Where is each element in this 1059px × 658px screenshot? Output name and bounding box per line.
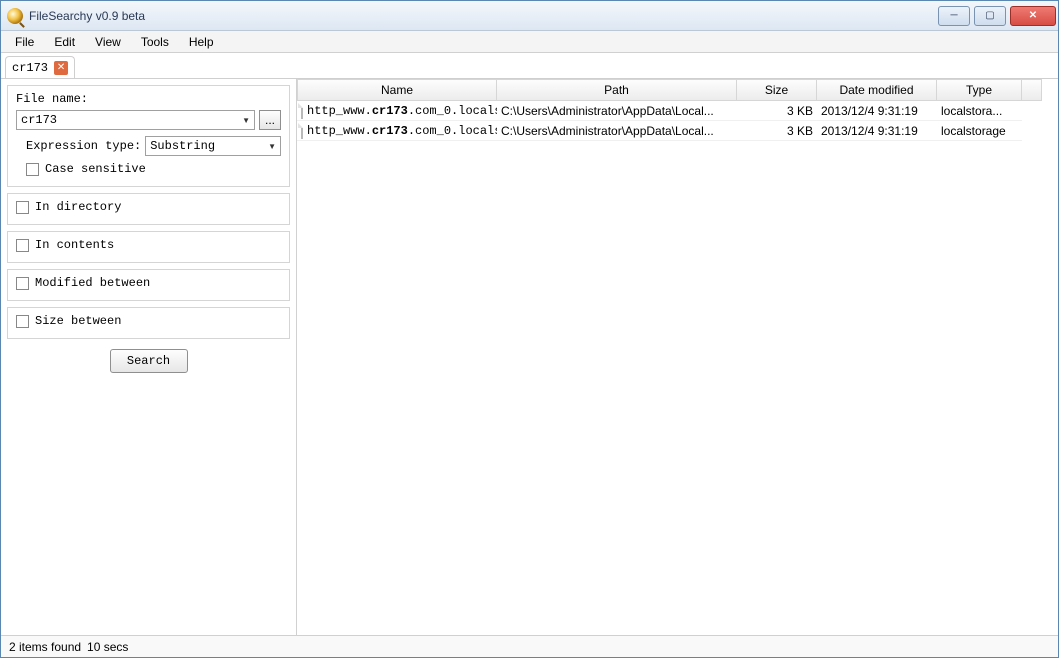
header-type[interactable]: Type bbox=[937, 79, 1022, 101]
case-sensitive-checkbox[interactable] bbox=[26, 163, 39, 176]
menu-help[interactable]: Help bbox=[181, 33, 222, 51]
expr-type-value: Substring bbox=[150, 139, 215, 153]
cell-date: 2013/12/4 9:31:19 bbox=[817, 121, 937, 141]
size-between-label: Size between bbox=[35, 314, 121, 328]
in-contents-checkbox[interactable] bbox=[16, 239, 29, 252]
minimize-button[interactable]: ─ bbox=[938, 6, 970, 26]
cell-path: C:\Users\Administrator\AppData\Local... bbox=[497, 101, 737, 121]
cell-type: localstorage bbox=[937, 121, 1022, 141]
header-pad bbox=[1022, 79, 1042, 101]
browse-button[interactable]: ... bbox=[259, 110, 281, 130]
menu-file[interactable]: File bbox=[7, 33, 42, 51]
cell-type: localstora... bbox=[937, 101, 1022, 121]
close-button[interactable]: ✕ bbox=[1010, 6, 1056, 26]
table-row[interactable]: http_www.cr173.com_0.localst C:\Users\Ad… bbox=[297, 121, 1058, 141]
cell-name: http_www.cr173.com_0.localst bbox=[297, 101, 497, 121]
in-directory-label: In directory bbox=[35, 200, 121, 214]
filename-label: File name: bbox=[16, 92, 281, 106]
menu-tools[interactable]: Tools bbox=[133, 33, 177, 51]
statusbar: 2 items found 10 secs bbox=[1, 635, 1058, 657]
modified-between-label: Modified between bbox=[35, 276, 150, 290]
case-sensitive-label: Case sensitive bbox=[45, 162, 146, 176]
in-directory-checkbox[interactable] bbox=[16, 201, 29, 214]
status-time: 10 secs bbox=[87, 640, 128, 654]
maximize-button[interactable]: ▢ bbox=[974, 6, 1006, 26]
expr-type-select[interactable]: Substring ▼ bbox=[145, 136, 281, 156]
results-grid: Name Path Size Date modified Type http_w… bbox=[297, 79, 1058, 635]
filename-panel: File name: cr173 ▼ ... Expression type: … bbox=[7, 85, 290, 187]
menubar: File Edit View Tools Help bbox=[1, 31, 1058, 53]
chevron-down-icon: ▼ bbox=[242, 116, 250, 125]
tab-label: cr173 bbox=[12, 61, 48, 75]
status-items-found: 2 items found bbox=[9, 640, 81, 654]
expr-type-label: Expression type: bbox=[26, 139, 141, 153]
in-contents-label: In contents bbox=[35, 238, 114, 252]
cell-date: 2013/12/4 9:31:19 bbox=[817, 101, 937, 121]
header-path[interactable]: Path bbox=[497, 79, 737, 101]
in-directory-panel: In directory bbox=[7, 193, 290, 225]
tabbar: cr173 ✕ bbox=[1, 53, 1058, 79]
search-sidebar: File name: cr173 ▼ ... Expression type: … bbox=[1, 79, 297, 635]
modified-panel: Modified between bbox=[7, 269, 290, 301]
cell-path: C:\Users\Administrator\AppData\Local... bbox=[497, 121, 737, 141]
window-buttons: ─ ▢ ✕ bbox=[934, 6, 1056, 26]
menu-edit[interactable]: Edit bbox=[46, 33, 83, 51]
file-icon bbox=[301, 103, 303, 119]
header-date[interactable]: Date modified bbox=[817, 79, 937, 101]
grid-header: Name Path Size Date modified Type bbox=[297, 79, 1058, 101]
cell-size: 3 KB bbox=[737, 121, 817, 141]
magnifier-icon bbox=[7, 8, 23, 24]
app-window: FileSearchy v0.9 beta ─ ▢ ✕ File Edit Vi… bbox=[0, 0, 1059, 658]
tab-close-icon[interactable]: ✕ bbox=[54, 61, 68, 75]
menu-view[interactable]: View bbox=[87, 33, 129, 51]
file-icon bbox=[301, 123, 303, 139]
modified-between-checkbox[interactable] bbox=[16, 277, 29, 290]
size-panel: Size between bbox=[7, 307, 290, 339]
titlebar[interactable]: FileSearchy v0.9 beta ─ ▢ ✕ bbox=[1, 1, 1058, 31]
chevron-down-icon: ▼ bbox=[268, 142, 276, 151]
cell-name: http_www.cr173.com_0.localst bbox=[297, 121, 497, 141]
window-title: FileSearchy v0.9 beta bbox=[29, 9, 145, 23]
table-row[interactable]: http_www.cr173.com_0.localst C:\Users\Ad… bbox=[297, 101, 1058, 121]
header-size[interactable]: Size bbox=[737, 79, 817, 101]
search-button[interactable]: Search bbox=[110, 349, 188, 373]
in-contents-panel: In contents bbox=[7, 231, 290, 263]
header-name[interactable]: Name bbox=[297, 79, 497, 101]
filename-input[interactable]: cr173 ▼ bbox=[16, 110, 255, 130]
cell-size: 3 KB bbox=[737, 101, 817, 121]
filename-value: cr173 bbox=[21, 113, 57, 127]
size-between-checkbox[interactable] bbox=[16, 315, 29, 328]
tab-active[interactable]: cr173 ✕ bbox=[5, 56, 75, 78]
